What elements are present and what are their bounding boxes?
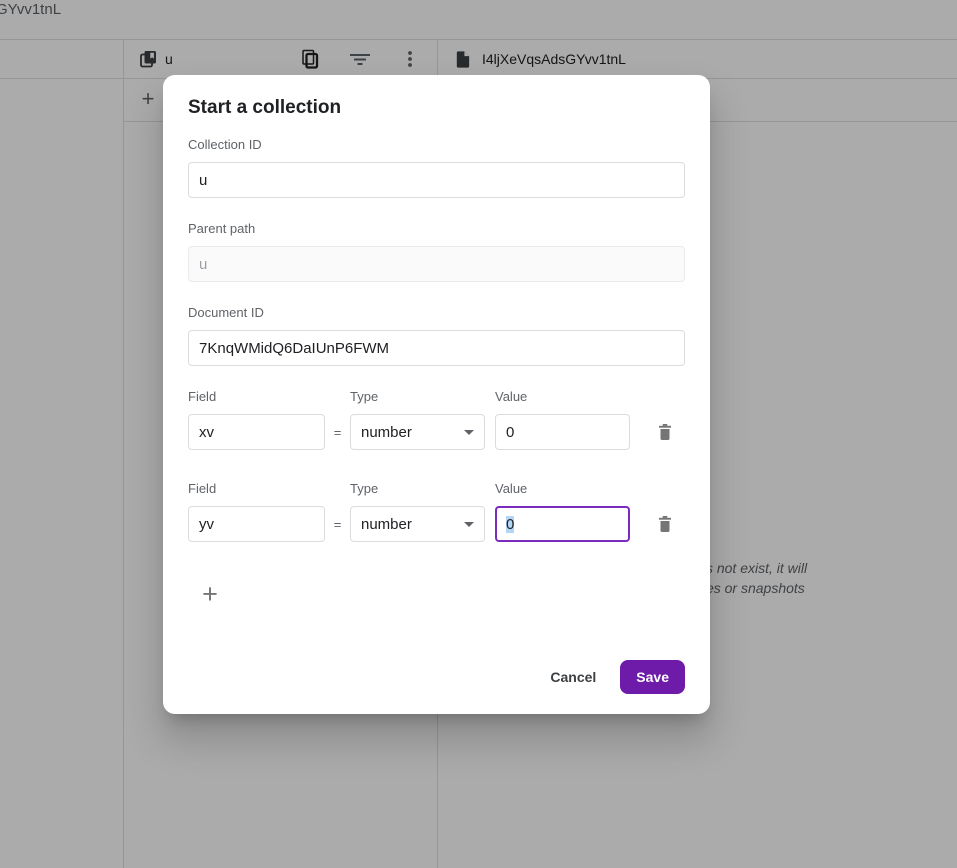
field-value-input-focused[interactable]: 0: [495, 506, 630, 542]
field-row: = number: [188, 414, 685, 450]
selected-text: 0: [506, 516, 514, 533]
field-labels-row: Field Type Value: [188, 481, 685, 497]
field-labels-row: Field Type Value: [188, 389, 685, 405]
collection-id-label: Collection ID: [188, 137, 685, 153]
field-row: = number 0: [188, 506, 685, 542]
delete-field-button[interactable]: [652, 419, 678, 445]
field-name-input[interactable]: [188, 414, 325, 450]
chevron-down-icon: [464, 522, 474, 527]
field-value-input[interactable]: [495, 414, 630, 450]
field-type-value: number: [361, 516, 412, 533]
document-id-label: Document ID: [188, 305, 685, 321]
trash-icon: [655, 514, 675, 534]
trash-icon: [655, 422, 675, 442]
type-label: Type: [350, 389, 495, 405]
parent-path-label: Parent path: [188, 221, 685, 237]
field-type-select[interactable]: number: [350, 414, 485, 450]
parent-path-input: [188, 246, 685, 282]
field-type-select[interactable]: number: [350, 506, 485, 542]
save-button[interactable]: Save: [620, 660, 685, 694]
dialog-footer: Cancel Save: [188, 660, 685, 694]
type-label: Type: [350, 481, 495, 497]
value-label: Value: [495, 481, 527, 497]
chevron-down-icon: [464, 430, 474, 435]
equals-sign: =: [325, 517, 350, 532]
add-field-button[interactable]: +: [190, 574, 230, 614]
cancel-button[interactable]: Cancel: [538, 661, 608, 693]
delete-field-button[interactable]: [652, 511, 678, 537]
field-type-value: number: [361, 424, 412, 441]
field-name-input[interactable]: [188, 506, 325, 542]
document-id-input[interactable]: [188, 330, 685, 366]
field-label: Field: [188, 389, 350, 405]
dialog-title: Start a collection: [188, 96, 685, 120]
field-label: Field: [188, 481, 350, 497]
collection-id-input[interactable]: [188, 162, 685, 198]
equals-sign: =: [325, 425, 350, 440]
value-label: Value: [495, 389, 527, 405]
start-collection-dialog: Start a collection Collection ID Parent …: [163, 75, 710, 714]
